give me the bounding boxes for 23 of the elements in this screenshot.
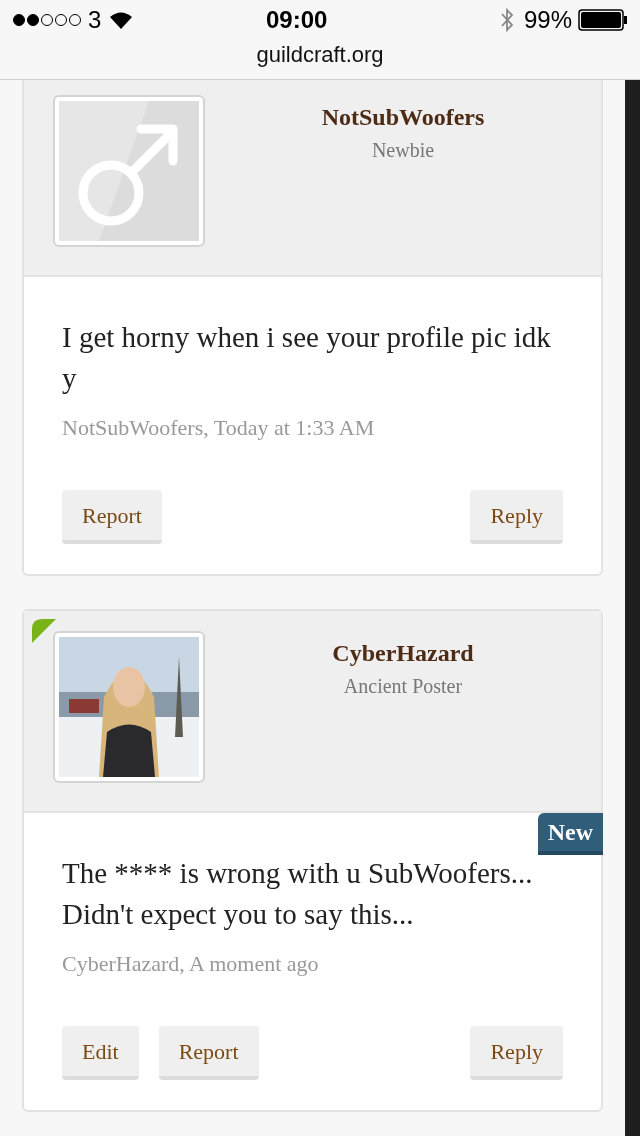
post-meta: NotSubWoofers, Today at 1:33 AM <box>62 414 376 442</box>
wifi-icon <box>109 11 134 29</box>
action-button[interactable]: Report <box>62 490 162 544</box>
post-meta: CyberHazard, A moment ago <box>62 950 320 978</box>
battery-percent: 99% <box>523 5 572 35</box>
user-title: Ancient Poster <box>343 674 463 699</box>
message-text: The **** is wrong with u SubWoofers... Didn't expect you to say this... <box>62 856 534 932</box>
battery-icon <box>578 9 628 31</box>
author-name[interactable]: NotSubWoofers <box>321 99 485 135</box>
action-button[interactable]: Report <box>158 1026 259 1080</box>
new-badge: New <box>537 813 603 855</box>
clock-time: 09:00 <box>264 5 329 35</box>
bluetooth-icon <box>499 8 514 32</box>
signal-icon <box>12 13 82 27</box>
action-button[interactable]: Edit <box>62 1026 139 1080</box>
url-text[interactable]: guildcraft.org <box>0 40 640 70</box>
action-button[interactable]: Reply <box>470 1026 563 1080</box>
message-text: I get horny when i see your profile pic idk y <box>62 320 552 396</box>
action-button[interactable]: Reply <box>470 490 563 544</box>
user-title: Newbie <box>371 138 435 163</box>
male-symbol-icon <box>59 101 199 241</box>
carrier-name: 3 <box>88 5 102 35</box>
author-name[interactable]: CyberHazard <box>332 635 474 671</box>
